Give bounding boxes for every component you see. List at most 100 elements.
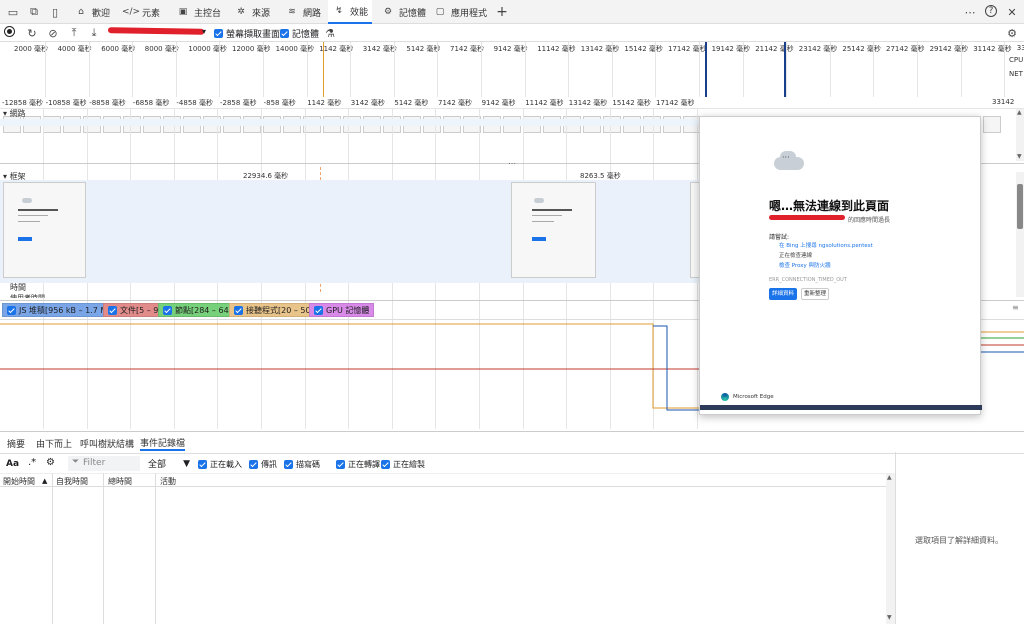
chevron-down-icon[interactable]: ▾ [202,27,206,36]
tab-1[interactable]: </> 元素 [120,0,164,24]
counter-legend-toggle[interactable]: 文件[5 – 9] [103,303,167,317]
details-tab[interactable]: 由下而上 [36,435,72,451]
flame-scrollbar[interactable] [1016,172,1024,297]
screenshots-checkbox[interactable]: 螢幕擷取畫面 [214,25,280,41]
tab-2[interactable]: ▣ 主控台 [172,0,225,24]
settings-gear-icon[interactable]: ⚙ [1005,26,1019,40]
filter-checkbox[interactable]: 描寫碼 [284,456,320,472]
refresh-button[interactable]: 重新整理 [801,288,829,300]
tab-label: 網路 [303,8,322,19]
selection-handle-right[interactable] [784,42,786,97]
tab-6[interactable]: ⚙ 記憶體 [377,0,430,24]
close-icon[interactable]: ✕ [1005,5,1019,19]
overview-tick-label: 2000 毫秒 [14,45,49,53]
category-select[interactable]: 全部 ▼ [146,456,192,471]
suggestion-item[interactable]: 檢查 Proxy 與防火牆 [773,261,973,271]
tab-label: 主控台 [194,8,222,19]
scroll-down-icon[interactable]: ▼ [887,614,892,621]
sort-asc-icon[interactable]: ▲ [42,477,47,485]
details-button[interactable]: 詳細資料 [769,288,797,300]
filter-checkbox[interactable]: 傳訊 [249,456,277,472]
tab-4[interactable]: ≋ 網路 [281,0,325,24]
ruler-tick-label: 1142 毫秒 [307,99,342,107]
frame-screenshot[interactable] [511,182,596,278]
counter-legend-toggle[interactable]: 接聽程式[20 – 50] [229,303,319,317]
timeline-overview[interactable]: 2000 毫秒 4000 毫秒 6000 毫秒 8000 毫秒 10000 毫秒 1200… [0,42,1024,133]
tab-7[interactable]: ▢ 應用程式 [429,0,491,24]
ruler-tick-label: -2858 毫秒 [220,99,257,107]
filter-input[interactable]: ⏷ Filter [68,456,140,471]
details-tab[interactable]: 事件記錄檔 [140,435,186,451]
ruler-tick-label: 17142 毫秒 [656,99,695,107]
column-header[interactable]: 總時間 [108,476,132,487]
checkbox-icon [198,459,207,469]
frame-screenshot[interactable] [3,182,86,278]
scroll-down-icon[interactable]: ▼ [1017,153,1022,160]
regex-icon[interactable]: .* [28,457,36,468]
group-icon[interactable]: ⚙ [46,457,55,468]
grid-line [350,42,352,97]
performance-icon: ↯ [335,6,343,16]
grid-line [219,42,221,97]
ruler-tick-label: -10858 毫秒 [45,99,87,107]
grid-line [481,42,482,97]
help-icon[interactable]: ? [985,5,997,17]
download-icon[interactable]: ⤓ [87,26,101,40]
table-scrollbar[interactable]: ▲ ▼ [886,474,895,624]
device-toggle-icon[interactable]: ▭ [6,5,20,19]
garbage-collect-icon[interactable]: ⚗ [323,26,337,40]
checkbox-icon [163,305,172,315]
user-timings-label[interactable]: 使用者時間 [10,293,45,298]
resize-handle-icon[interactable]: ⋯ [508,159,516,168]
suggestion-item[interactable]: 在 Bing 上搜尋 ngsolutions.pentest [773,241,973,251]
overview-tick-label: 14000 毫秒 [275,45,315,53]
scrollbar-thumb[interactable] [1017,184,1023,229]
suggestion-item: 正在檢查連線 [779,253,813,259]
network-scrollbar[interactable]: ▲ ▼ [1016,109,1024,161]
match-case-icon[interactable]: Aa [6,459,19,469]
chevron-down-icon: ▼ [183,458,190,469]
overview-tick-label: 3142 毫秒 [362,45,397,53]
redacted-profile-select[interactable] [107,27,205,35]
details-tab[interactable]: 呼叫樹狀結構 [80,435,134,451]
scroll-up-icon[interactable]: ▲ [887,474,892,481]
ruler-tick-label: -4858 毫秒 [176,99,213,107]
flame-chart-area[interactable]: -12858 毫秒 -10858 毫秒 -8858 毫秒 -6858 毫秒 -4858 … [0,97,1024,429]
selection-handle-left[interactable] [705,42,707,97]
filter-checkbox[interactable]: 正在繪製 [381,456,425,472]
filter-checkbox[interactable]: 正在轉譯 [336,456,380,472]
network-track-label[interactable]: ▾ 網路 [3,108,26,119]
column-header[interactable]: 開始時間 [3,476,35,487]
counter-legend-toggle[interactable]: GPU 記憶體 [309,303,375,317]
drag-handle-icon[interactable]: ≡ [1012,303,1019,312]
details-tab[interactable]: 摘要 [7,435,25,451]
dock-icon[interactable]: ⧉ [27,5,41,19]
column-header[interactable]: 活動 [160,476,176,487]
timings-track-label[interactable]: 時間 [10,282,26,293]
record-icon[interactable] [4,26,15,37]
overview-tick-label: 15142 毫秒 [624,45,663,53]
memory-checkbox[interactable]: 記憶體 [280,25,319,41]
reload-record-icon[interactable]: ↻ [25,26,39,40]
grid-line [568,42,570,97]
checkbox-icon [336,459,345,469]
overview-tick-label: 27142 毫秒 [886,45,925,53]
more-menu-icon[interactable]: ⋯ [963,5,977,19]
clear-icon[interactable]: ⊘ [46,26,60,40]
tab-5[interactable]: ↯ 效能 [328,0,373,24]
tab-3[interactable]: ✲ 來源 [230,0,274,24]
cloud-dots: ··· [782,153,790,162]
table-header [0,473,896,487]
filter-checkbox[interactable]: 正在載入 [198,456,242,472]
ruler-tick-label: 11142 毫秒 [525,99,564,107]
sidebar-icon[interactable]: ▯ [48,5,62,19]
try-label: 請嘗試: [769,234,790,241]
ruler-tick-label: 33142 [992,98,1015,106]
scroll-up-icon[interactable]: ▲ [1017,109,1022,116]
column-header[interactable]: 自我時間 [56,476,88,487]
overview-tick-label: 7142 毫秒 [450,45,485,53]
add-tab-icon[interactable]: + [495,4,509,20]
tab-0[interactable]: ⌂ 歡迎 [70,0,114,24]
upload-icon[interactable]: ⤒ [67,26,81,40]
grid-line [393,42,395,97]
